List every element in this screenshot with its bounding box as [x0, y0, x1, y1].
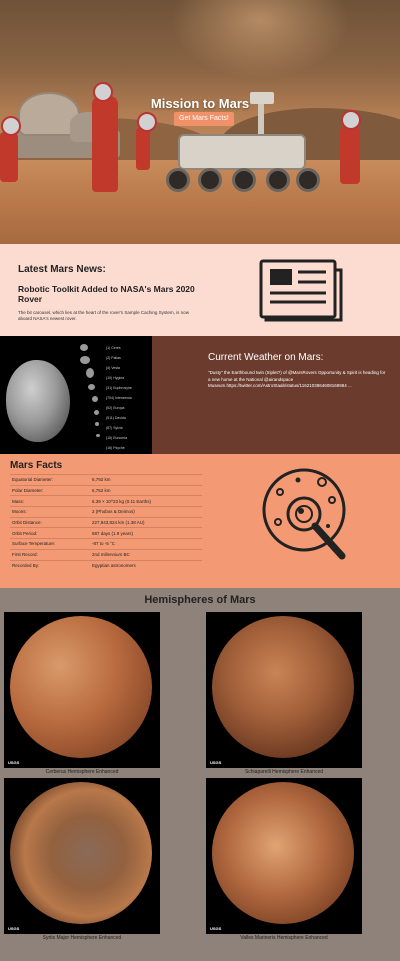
latest-news-section: Latest Mars News: Robotic Toolkit Added …: [0, 244, 400, 336]
usgs-logo: USGS: [210, 926, 222, 931]
fact-value: 2nd millennium BC: [90, 548, 202, 560]
fact-label: Equatorial Diameter:: [10, 474, 90, 486]
asteroid-label: (15) Eunomia: [106, 436, 128, 440]
fact-label: Orbit Distance:: [10, 516, 90, 528]
table-row: First Record: 2nd millennium BC: [10, 548, 202, 560]
asteroid-shape: [95, 422, 99, 426]
hemisphere-image[interactable]: USGS: [206, 612, 362, 768]
asteroid-shape: [96, 434, 100, 437]
mars-facts-section: Mars Facts Equatorial Diameter: 6,792 km …: [0, 454, 400, 588]
asteroid-label: (16) Psyche: [106, 446, 125, 450]
rover-wheel: [232, 168, 256, 192]
fact-label: Mass:: [10, 495, 90, 507]
fact-label: Orbit Period:: [10, 527, 90, 539]
asteroid-shape: [86, 368, 94, 378]
asteroid-shape: [80, 344, 88, 351]
asteroid-label: (511) Davida: [106, 416, 126, 420]
hemisphere-image[interactable]: USGS: [4, 612, 160, 768]
hero-section: Mission to Mars Get Mars Facts!: [0, 0, 400, 244]
hero-sky-glow: [170, 0, 350, 80]
hemisphere-card[interactable]: USGS Schiaparelli Hemisphere Enhanced: [206, 612, 362, 775]
weather-heading: Current Weather on Mars:: [208, 352, 324, 363]
fact-label: Polar Diameter:: [10, 484, 90, 496]
rover-wheel: [266, 168, 290, 192]
astronaut-figure: [0, 116, 21, 182]
fact-label: Recorded By:: [10, 559, 90, 571]
table-row: Mass: 6.39 × 10^23 kg (0.11 Earths): [10, 495, 202, 507]
hemisphere-title[interactable]: Valles Marineris Hemisphere Enhanced: [206, 935, 362, 941]
hemisphere-title[interactable]: Cerberus Hemisphere Enhanced: [4, 769, 160, 775]
asteroid-label: (31) Euphrosyne: [106, 386, 132, 390]
asteroid-label: (87) Sylvia: [106, 426, 123, 430]
mars-globe: [212, 782, 354, 924]
hemisphere-card[interactable]: USGS Cerberus Hemisphere Enhanced: [4, 612, 160, 775]
asteroid-shape: [88, 384, 95, 390]
hemisphere-card[interactable]: USGS Syrtis Major Hemisphere Enhanced: [4, 778, 160, 941]
hero-title: Mission to Mars: [150, 96, 250, 111]
news-teaser: The bit carousel, which lies at the hear…: [18, 310, 189, 321]
news-heading: Latest Mars News:: [18, 264, 106, 275]
table-row: Recorded By: Egyptian astronomers: [10, 559, 202, 571]
facts-table: Equatorial Diameter: 6,792 km Polar Diame…: [10, 474, 202, 571]
hemisphere-title[interactable]: Schiaparelli Hemisphere Enhanced: [206, 769, 362, 775]
fact-label: Moons:: [10, 506, 90, 518]
fact-value: 227,943,824 km (1.38 AU): [90, 516, 202, 528]
usgs-logo: USGS: [8, 926, 20, 931]
hemispheres-section: Hemispheres of Mars USGS Cerberus Hemisp…: [0, 588, 400, 961]
fact-value: 2 (Phobos & Deimos): [90, 506, 202, 518]
rover: [178, 134, 306, 170]
mars-globe: [10, 616, 152, 758]
mars-globe: [212, 616, 354, 758]
news-title[interactable]: Robotic Toolkit Added to NASA's Mars 202…: [18, 284, 198, 304]
facts-heading: Mars Facts: [10, 460, 63, 471]
hemisphere-image[interactable]: USGS: [206, 778, 362, 934]
asteroid-label: (1) Ceres: [106, 346, 121, 350]
get-mars-facts-button[interactable]: Get Mars Facts!: [174, 112, 234, 126]
table-row: Equatorial Diameter: 6,792 km: [10, 474, 202, 486]
asteroid-label: (2) Pallas: [106, 356, 121, 360]
rover-wheel: [296, 168, 320, 192]
asteroid-shape: [92, 396, 98, 402]
rover-wheel: [166, 168, 190, 192]
hemisphere-title[interactable]: Syrtis Major Hemisphere Enhanced: [4, 935, 160, 941]
mars-globe: [10, 782, 152, 924]
astronaut-figure: [340, 110, 361, 184]
fact-value: Egyptian astronomers: [90, 559, 202, 571]
table-row: Moons: 2 (Phobos & Deimos): [10, 506, 202, 518]
asteroid-label: (10) Hygiea: [106, 376, 125, 380]
fact-label: First Record:: [10, 548, 90, 560]
hemisphere-image[interactable]: USGS: [4, 778, 160, 934]
fact-value: 6,792 km: [90, 474, 202, 486]
usgs-logo: USGS: [210, 760, 222, 765]
table-row: Surface Temperature: -87 to -5 °C: [10, 538, 202, 550]
asteroid-label: (704) Interamnia: [106, 396, 132, 400]
fact-value: 687 days (1.9 years): [90, 527, 202, 539]
table-row: Polar Diameter: 6,752 km: [10, 484, 202, 496]
rover-wheel: [198, 168, 222, 192]
table-row: Orbit Period: 687 days (1.9 years): [10, 527, 202, 539]
fact-value: -87 to -5 °C: [90, 538, 202, 550]
newspaper-icon: [259, 259, 343, 322]
usgs-logo: USGS: [8, 760, 20, 765]
asteroid-label: (52) Europa: [106, 406, 125, 410]
weather-section: (1) Ceres (2) Pallas (4) Vesta (10) Hygi…: [0, 336, 400, 454]
weather-tweet-text: "Dusty" the Earthbound twin (triplet?) o…: [208, 370, 386, 388]
asteroid-shape: [80, 356, 90, 364]
planet-magnifier-icon: [262, 468, 346, 560]
astronaut-figure: [136, 112, 157, 170]
asteroids-image: (1) Ceres (2) Pallas (4) Vesta (10) Hygi…: [0, 336, 152, 454]
hemisphere-card[interactable]: USGS Valles Marineris Hemisphere Enhance…: [206, 778, 362, 941]
asteroid-label: (4) Vesta: [106, 366, 121, 370]
fact-value: 6.39 × 10^23 kg (0.11 Earths): [90, 495, 202, 507]
vesta-image: [6, 360, 70, 442]
table-row: Orbit Distance: 227,943,824 km (1.38 AU): [10, 516, 202, 528]
fact-label: Surface Temperature:: [10, 538, 90, 550]
asteroid-shape: [94, 410, 99, 415]
fact-value: 6,752 km: [90, 484, 202, 496]
hemispheres-heading: Hemispheres of Mars: [144, 594, 256, 606]
